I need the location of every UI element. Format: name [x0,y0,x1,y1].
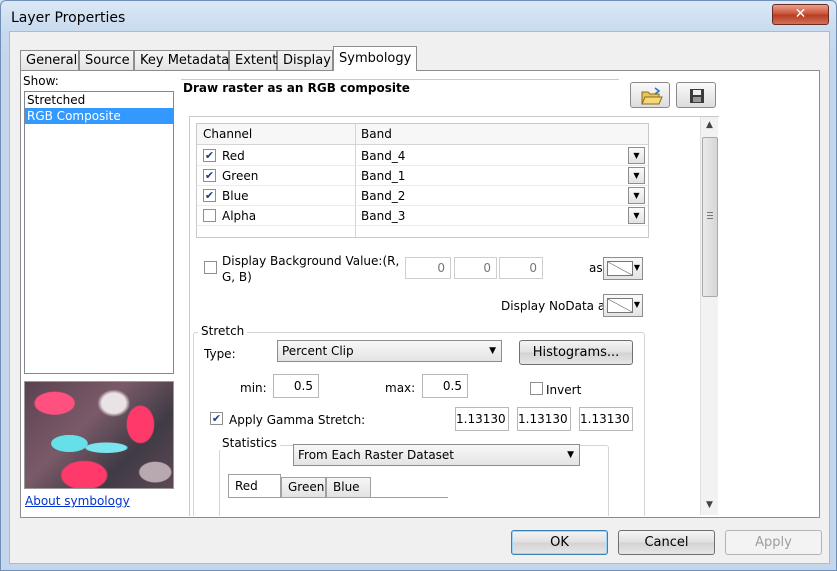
statistics-source-select[interactable]: From Each Raster Dataset ▼ [293,444,580,466]
renderer-item-rgb-composite[interactable]: RGB Composite [25,108,173,124]
band-dropdown-arrow[interactable]: ▼ [628,207,645,224]
display-background-checkbox[interactable] [204,261,217,274]
chevron-down-icon: ▼ [489,346,496,356]
band-dropdown-arrow[interactable]: ▼ [628,147,645,164]
stretch-type-value: Percent Clip [282,344,354,358]
symbology-settings-area: Channel Band ✔ Red Band_4 ▼ ✔ Green Band… [189,116,719,516]
nodata-color-picker[interactable]: ▼ [603,294,643,317]
apply-gamma-checkbox[interactable]: ✔ [210,412,223,425]
max-input[interactable]: 0.5 [422,374,468,398]
close-button[interactable]: ✕ [772,4,829,25]
no-color-swatch-icon [607,298,633,313]
scroll-down-icon[interactable]: ▼ [701,497,718,514]
tab-extent[interactable]: Extent [229,50,277,71]
chevron-down-icon: ▼ [633,300,640,309]
scroll-up-icon[interactable]: ▲ [701,117,718,134]
tab-source[interactable]: Source [79,50,134,71]
open-folder-icon [641,87,663,105]
background-g-input[interactable]: 0 [454,257,497,279]
stretch-type-label: Type: [204,347,236,361]
gamma-red-input[interactable]: 1.13130 [455,407,509,431]
channel-column-header: Channel [203,127,253,141]
renderer-list: Stretched RGB Composite [24,91,174,374]
channel-band-table: Channel Band ✔ Red Band_4 ▼ ✔ Green Band… [196,123,649,238]
grip-line [707,212,713,213]
band-value[interactable]: Band_4 [361,149,405,163]
tab-general[interactable]: General [20,50,79,71]
stats-tab-green[interactable]: Green [281,477,326,497]
settings-vertical-scrollbar[interactable]: ▲ ▼ [700,117,718,515]
renderer-heading: Draw raster as an RGB composite [183,81,410,95]
statistics-channel-tabs: Red Green Blue [228,474,448,516]
tab-symbology[interactable]: Symbology [333,46,417,71]
band-value[interactable]: Band_2 [361,189,405,203]
apply-button[interactable]: Apply [725,530,822,555]
background-color-picker[interactable]: ▼ [603,257,643,280]
min-input[interactable]: 0.5 [273,374,319,398]
table-row: ✔ Red Band_4 ▼ [197,146,648,166]
channel-checkbox-red[interactable]: ✔ [203,149,216,162]
stats-tab-underline [228,497,448,498]
tab-display[interactable]: Display [277,50,333,71]
statistics-group-label: Statistics [219,436,280,450]
table-header: Channel Band [197,124,648,145]
open-layer-file-button[interactable] [630,82,670,108]
table-row: ✔ Green Band_1 ▼ [197,166,648,186]
ok-button[interactable]: OK [511,530,608,555]
tab-key-metadata[interactable]: Key Metadata [134,50,229,71]
renderer-item-stretched[interactable]: Stretched [25,92,173,108]
heading-divider [181,79,619,80]
invert-checkbox[interactable] [530,382,543,395]
channel-label: Red [222,149,245,163]
channel-label: Blue [222,189,249,203]
band-dropdown-arrow[interactable]: ▼ [628,187,645,204]
statistics-source-value: From Each Raster Dataset [298,448,455,462]
chevron-down-icon: ▼ [633,263,640,272]
background-r-input[interactable]: 0 [405,257,451,279]
save-layer-file-button[interactable] [676,82,716,108]
band-value[interactable]: Band_3 [361,209,405,223]
background-b-input[interactable]: 0 [499,257,543,279]
table-row: Alpha Band_3 ▼ [197,206,648,226]
window-title: Layer Properties [11,10,126,26]
cancel-button[interactable]: Cancel [618,530,715,555]
no-color-swatch-icon [607,261,633,276]
gamma-green-input[interactable]: 1.13130 [517,407,571,431]
dialog-client-area: General Source Key Metadata Extent Displ… [9,31,830,564]
show-label: Show: [23,74,59,88]
symbology-panel: Show: Stretched RGB Composite About symb… [20,70,820,518]
layer-properties-window: Layer Properties ✕ General Source Key Me… [0,0,837,571]
channel-label: Green [222,169,259,183]
invert-label: Invert [546,383,582,397]
about-symbology-link[interactable]: About symbology [25,494,130,508]
channel-checkbox-green[interactable]: ✔ [203,169,216,182]
max-label: max: [385,381,416,395]
background-as-label: as [589,261,603,275]
stretch-type-select[interactable]: Percent Clip ▼ [277,340,502,362]
channel-label: Alpha [222,209,257,223]
band-dropdown-arrow[interactable]: ▼ [628,167,645,184]
grip-line [707,218,713,219]
channel-checkbox-alpha[interactable] [203,209,216,222]
apply-gamma-label: Apply Gamma Stretch: [229,413,366,427]
band-column-header: Band [361,127,392,141]
grip-line [707,215,713,216]
save-disk-icon [690,89,704,103]
stats-tab-blue[interactable]: Blue [326,477,371,497]
band-value[interactable]: Band_1 [361,169,405,183]
histograms-button[interactable]: Histograms... [519,340,633,365]
display-nodata-label: Display NoData as [501,299,612,313]
stretch-group-label: Stretch [198,324,248,338]
channel-checkbox-blue[interactable]: ✔ [203,189,216,202]
min-label: min: [240,381,267,395]
chevron-down-icon: ▼ [567,450,574,460]
stats-tab-red[interactable]: Red [228,474,281,497]
table-row: ✔ Blue Band_2 ▼ [197,186,648,206]
gamma-blue-input[interactable]: 1.13130 [579,407,633,431]
scrollbar-thumb[interactable] [702,137,718,297]
display-background-label: Display Background Value:(R, G, B) [222,254,400,284]
symbology-preview-image [24,381,174,489]
